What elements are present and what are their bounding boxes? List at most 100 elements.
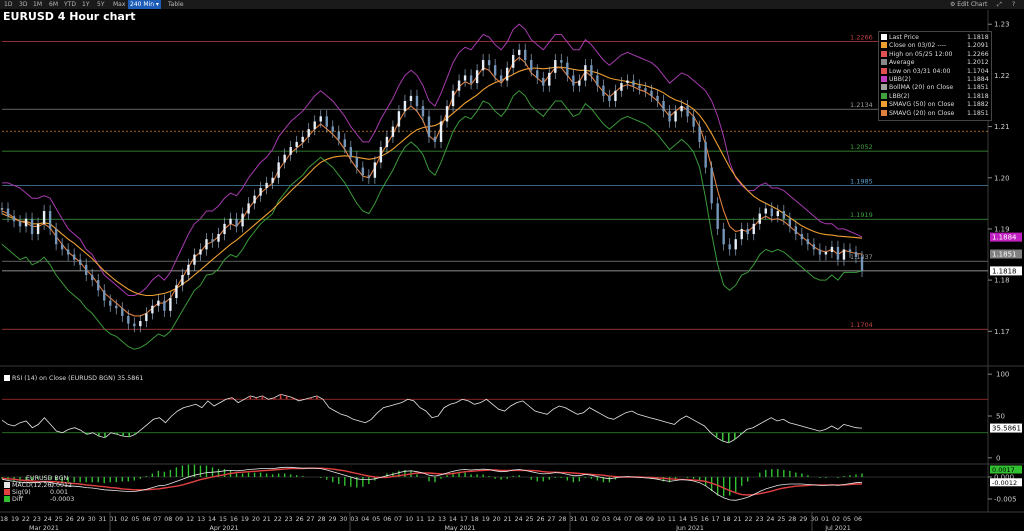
- price-axis-tick-label: 1.17: [994, 328, 1010, 336]
- candle-body: [632, 80, 635, 86]
- x-day-label: 03: [602, 516, 610, 523]
- x-day-label: 02: [832, 516, 840, 523]
- candle-body: [566, 62, 569, 76]
- rsi-label: RSI (14) on Close (EURUSD BGN) 35.5861: [4, 375, 143, 382]
- macd-rows: MACD(12,26)0.0012 Sig(9) 0.001 Diff -0.0003: [4, 482, 74, 503]
- price-tag-label: 1.1884: [992, 234, 1017, 242]
- x-day-label: 30: [339, 516, 347, 523]
- legend-value: 1.2012: [967, 59, 989, 67]
- candle-body: [722, 228, 725, 245]
- macd-value-tag-label: -0.0012: [992, 479, 1017, 487]
- x-day-label: 09: [646, 516, 654, 523]
- x-day-label: 10: [657, 516, 665, 523]
- x-day-label: 21: [504, 516, 512, 523]
- macd-series-name: MACD(12,26): [12, 482, 54, 489]
- x-day-label: 27: [307, 516, 315, 523]
- candle-body: [433, 136, 437, 142]
- macd-legend-swatch: [4, 482, 10, 488]
- candle-body: [584, 65, 587, 81]
- candle-body: [445, 106, 449, 122]
- price-level-label: 1.1985: [850, 177, 873, 185]
- macd-legend-row: Sig(9) 0.001: [4, 489, 74, 496]
- legend-row: High on 05/25 12:00 1.2266: [881, 50, 989, 58]
- candle-body: [205, 239, 208, 250]
- candle-body: [806, 239, 810, 245]
- x-month-label: Jul 2021: [824, 525, 851, 531]
- candle-body: [427, 116, 431, 137]
- legend-value: 1.1882: [967, 101, 989, 109]
- candle-body: [788, 218, 792, 227]
- x-month-label: Mar 2021: [29, 525, 59, 531]
- x-day-label: 30: [810, 516, 818, 523]
- legend-value: 1.1704: [967, 67, 989, 75]
- x-day-label: 05: [843, 516, 851, 523]
- x-day-label: 08: [635, 516, 643, 523]
- candle-body: [439, 121, 443, 142]
- candle-body: [848, 249, 852, 252]
- x-day-label: 29: [328, 516, 336, 523]
- candle-body: [247, 203, 250, 214]
- candle-body: [235, 218, 238, 227]
- candle-body: [217, 234, 220, 242]
- candle-body: [157, 300, 160, 306]
- legend-value: 1.1818: [967, 34, 989, 41]
- x-day-label: 25: [526, 516, 534, 523]
- candle-body: [97, 280, 100, 291]
- candle-body: [151, 305, 154, 314]
- candle-body: [199, 249, 202, 255]
- macd-legend: EURUSD BGN MACD(12,26)0.0012 Sig(9) 0.001 D…: [4, 475, 74, 503]
- x-day-label: 08: [164, 516, 172, 523]
- legend-label: High on 05/25 12:00: [889, 50, 953, 58]
- candle-body: [0, 208, 4, 210]
- x-day-label: 10: [405, 516, 413, 523]
- x-day-label: 21: [734, 516, 742, 523]
- candle-body: [650, 90, 653, 96]
- candle-body: [602, 85, 605, 96]
- x-day-label: 06: [854, 516, 862, 523]
- candle-body: [776, 211, 780, 217]
- legend-label: UBB(2): [889, 76, 911, 83]
- candle-body: [181, 275, 184, 286]
- candle-body: [560, 60, 563, 63]
- candle-body: [187, 264, 190, 275]
- candle-body: [265, 182, 268, 188]
- legend-swatch: [881, 84, 887, 91]
- candle-body: [12, 216, 16, 222]
- candle-body: [397, 111, 401, 127]
- candle-body: [163, 300, 166, 311]
- x-day-label: 16: [230, 516, 238, 523]
- x-day-label: 15: [690, 516, 698, 523]
- rsi-axis-tick-label: 50: [996, 413, 1005, 421]
- x-day-label: 07: [394, 516, 402, 523]
- candle-body: [289, 147, 292, 155]
- candle-body: [854, 251, 858, 258]
- candle-body: [536, 70, 539, 78]
- macd-series-value: 0.001: [50, 489, 69, 496]
- x-day-label: 18: [0, 516, 8, 523]
- price-axis-tick-label: 1.18: [994, 277, 1010, 285]
- candle-body: [223, 223, 226, 235]
- x-day-label: 28: [318, 516, 326, 523]
- legend-label: SMAVG (20) on Close: [889, 109, 955, 117]
- x-day-label: 24: [44, 516, 52, 523]
- candle-body: [241, 213, 244, 227]
- candle-body: [487, 60, 491, 66]
- candle-body: [72, 254, 76, 260]
- macd-legend-row: Diff -0.0003: [4, 496, 74, 503]
- candle-body: [800, 234, 804, 240]
- candle-body: [169, 298, 172, 311]
- rsi-axis-tick-label: 100: [996, 371, 1009, 379]
- x-day-label: 26: [536, 516, 544, 523]
- x-day-label: 02: [120, 516, 128, 523]
- x-day-label: 18: [723, 516, 731, 523]
- candle-body: [373, 162, 377, 178]
- legend-row: UBB(2) 1.1884: [881, 76, 989, 83]
- candle-body: [548, 72, 551, 86]
- candle-body: [91, 275, 94, 281]
- price-level-label: 1.2134: [850, 101, 873, 109]
- legend-value: 1.1818: [967, 92, 989, 100]
- price-level-label: 1.1919: [850, 211, 873, 219]
- candle-body: [656, 95, 659, 101]
- macd-line: [1, 466, 863, 501]
- legend-label: Close on 03/02 ----: [889, 42, 947, 50]
